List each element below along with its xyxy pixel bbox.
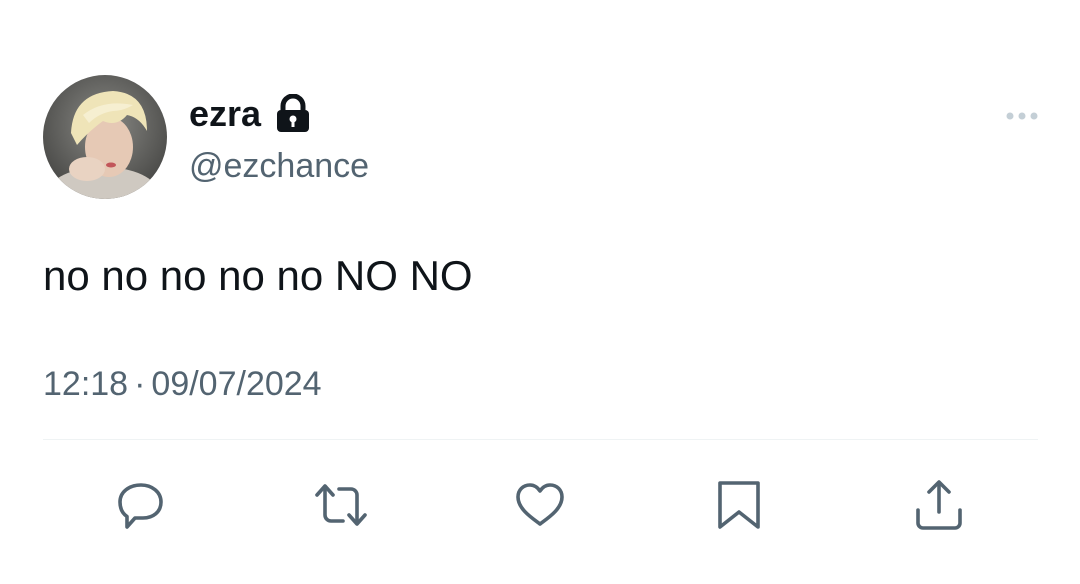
tweet-meta: 12:18 · 09/07/2024 xyxy=(43,364,322,404)
action-bar xyxy=(0,478,1080,534)
tweet-time[interactable]: 12:18 xyxy=(43,365,128,403)
avatar[interactable] xyxy=(43,75,167,199)
share-icon xyxy=(916,480,962,530)
lock-icon xyxy=(275,93,311,134)
retweet-button[interactable] xyxy=(313,478,369,534)
tweet-card: ezra @ezchance no no no no no NO NO 12:1… xyxy=(0,0,1080,584)
tweet-text: no no no no no NO NO xyxy=(43,252,473,299)
retweet-icon xyxy=(315,484,367,526)
author-handle[interactable]: @ezchance xyxy=(189,146,369,186)
reply-icon xyxy=(118,483,163,529)
reply-button[interactable] xyxy=(113,478,169,534)
tweet-date[interactable]: 09/07/2024 xyxy=(151,365,321,403)
avatar-image xyxy=(43,75,167,199)
divider xyxy=(43,439,1038,440)
meta-separator: · xyxy=(134,365,146,403)
share-button[interactable] xyxy=(911,478,967,534)
bookmark-icon xyxy=(718,481,760,529)
display-name[interactable]: ezra xyxy=(189,93,261,135)
like-button[interactable] xyxy=(512,478,568,534)
heart-icon xyxy=(516,483,564,526)
author-name-row[interactable]: ezra xyxy=(189,93,311,135)
bookmark-button[interactable] xyxy=(711,478,767,534)
more-options-icon[interactable] xyxy=(1002,104,1042,128)
